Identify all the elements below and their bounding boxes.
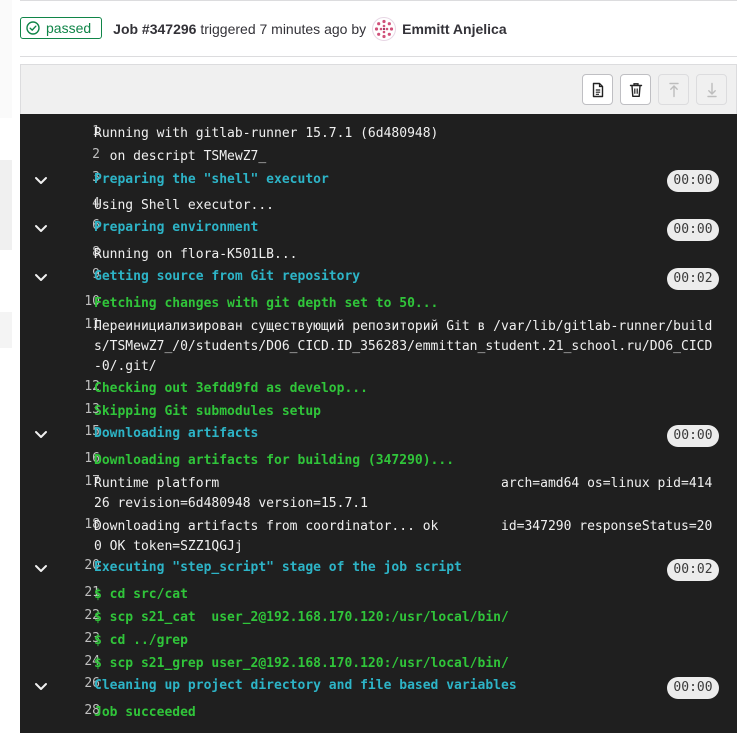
triggered-text: triggered 7 minutes ago by xyxy=(200,21,367,37)
section-duration: 00:02 xyxy=(667,268,719,290)
section-title: Getting source from Git repository xyxy=(94,269,361,284)
erase-log-button[interactable] xyxy=(620,74,651,105)
section-title: Preparing the "shell" executor xyxy=(94,172,329,187)
line-text: Downloading artifacts from coordinator..… xyxy=(94,519,713,554)
chevron-down-icon[interactable] xyxy=(34,563,48,578)
chevron-down-icon[interactable] xyxy=(34,429,48,444)
scroll-down-icon xyxy=(706,82,718,98)
section-title: Preparing environment xyxy=(94,220,259,235)
section-title: Cleaning up project directory and file b… xyxy=(94,678,517,693)
page-edge xyxy=(0,160,12,250)
line-text: Running with gitlab-runner 15.7.1 (6d480… xyxy=(94,126,439,141)
status-label: passed xyxy=(46,20,92,36)
section-title: Downloading artifacts xyxy=(94,426,259,441)
line-text: Runtime platform arch=amd64 os=linux pid… xyxy=(94,476,713,511)
check-circle-icon xyxy=(26,21,40,35)
line-text: $ cd ../grep xyxy=(94,633,188,648)
divider xyxy=(20,0,737,1)
page-edge xyxy=(0,0,12,118)
author-name[interactable]: Emmitt Anjelica xyxy=(402,17,507,41)
line-text: Checking out 3efdd9fd as develop... xyxy=(94,381,368,396)
line-text: Using Shell executor... xyxy=(94,198,275,213)
job-summary: Job #347296 triggered 7 minutes ago by xyxy=(113,17,366,41)
line-text: $ scp s21_cat user_2@192.168.170.120:/us… xyxy=(94,610,509,625)
status-badge[interactable]: passed xyxy=(20,17,103,39)
line-text: Downloading artifacts for building (3472… xyxy=(94,453,455,468)
page-edge xyxy=(0,312,12,348)
chevron-down-icon[interactable] xyxy=(34,681,48,696)
divider xyxy=(20,56,737,57)
line-text: Job succeeded xyxy=(94,705,196,720)
section-title: Executing "step_script" stage of the job… xyxy=(94,560,462,575)
scroll-top-button[interactable] xyxy=(658,74,689,105)
avatar[interactable] xyxy=(372,17,397,46)
chevron-down-icon[interactable] xyxy=(34,175,48,190)
section-duration: 00:00 xyxy=(667,677,719,699)
section-duration: 00:02 xyxy=(667,559,719,581)
line-text: $ scp s21_grep user_2@192.168.170.120:/u… xyxy=(94,656,509,671)
line-text: Fetching changes with git depth set to 5… xyxy=(94,296,439,311)
chevron-down-icon[interactable] xyxy=(34,223,48,238)
section-duration: 00:00 xyxy=(667,170,719,192)
job-id: Job #347296 xyxy=(113,21,197,37)
line-text: Running on flora-K501LB... xyxy=(94,247,298,262)
trash-icon xyxy=(629,82,643,98)
line-text: $ cd src/cat xyxy=(94,587,188,602)
line-text: Skipping Git submodules setup xyxy=(94,404,321,419)
job-header: passed Job #347296 triggered 7 minutes a… xyxy=(20,17,737,57)
show-raw-button[interactable] xyxy=(582,74,613,105)
job-log-toolbar xyxy=(20,64,737,114)
scroll-bottom-button[interactable] xyxy=(696,74,727,105)
section-duration: 00:00 xyxy=(667,219,719,241)
line-text: Переинициализирован существующий репозит… xyxy=(94,319,713,374)
chevron-down-icon[interactable] xyxy=(34,272,48,287)
document-icon xyxy=(591,82,605,98)
job-log: 1 Running with gitlab-runner 15.7.1 (6d4… xyxy=(20,114,737,733)
section-duration: 00:00 xyxy=(667,425,719,447)
scroll-up-icon xyxy=(668,82,680,98)
line-text: on descript TSMewZ7_ xyxy=(94,149,267,164)
